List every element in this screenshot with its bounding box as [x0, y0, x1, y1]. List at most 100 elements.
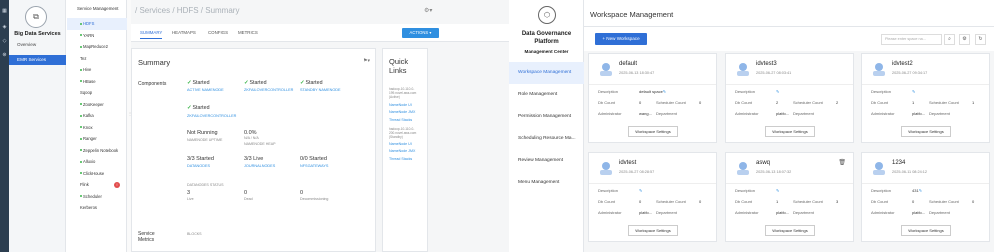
service-item[interactable]: Scheduler — [67, 191, 127, 203]
service-item[interactable]: Knox — [67, 122, 127, 134]
tab-heatmaps[interactable]: HEATMAPS — [172, 30, 196, 35]
workspace-card[interactable]: default 2025-06-13 18:30:47 Description def… — [588, 53, 717, 143]
actions-button[interactable]: ACTIONS ▾ — [402, 28, 439, 38]
settings-icon[interactable]: ⚙ — [959, 34, 970, 45]
status-dot-icon — [80, 195, 82, 198]
datanodes-link[interactable]: DATANODES — [187, 164, 210, 168]
quick-link[interactable]: Thread Stacks — [389, 157, 412, 161]
workspace-date: 2025-06-11 08:24:12 — [892, 170, 927, 174]
nav-workspace-management[interactable]: Workspace Management — [509, 62, 584, 84]
scheduler-count-label: Scheduler Count — [929, 100, 959, 105]
check-icon: ✓ — [187, 80, 192, 86]
alert-badge: ! — [114, 182, 120, 188]
tab-summary[interactable]: SUMMARY — [140, 30, 163, 39]
share-icon[interactable]: ◇ — [2, 39, 7, 44]
service-item[interactable]: Flink! — [67, 179, 127, 191]
workspace-date: 2025-06-13 18:30:47 — [619, 71, 655, 75]
quick-link[interactable]: NameNode JMX — [389, 149, 415, 153]
settings-gear-icon[interactable]: ⚙▾ — [424, 7, 432, 14]
check-icon: ✓ — [244, 80, 249, 86]
grid-icon[interactable]: ▦ — [2, 9, 7, 14]
edit-icon[interactable]: ✎ — [639, 188, 642, 193]
workspace-settings-button[interactable]: Workspace Settings — [628, 225, 678, 236]
component-link[interactable]: STANDBY NAMENODE — [300, 88, 341, 92]
service-item[interactable]: ZooKeeper — [67, 99, 127, 111]
edit-icon[interactable]: ✎ — [663, 89, 666, 94]
scheduler-count-value: 3 — [836, 199, 839, 204]
service-item[interactable]: Kerberos — [67, 202, 127, 214]
edit-icon[interactable]: ✎ — [776, 188, 779, 193]
workspace-settings-button[interactable]: Workspace Settings — [765, 126, 815, 137]
decom-count: 0 — [300, 190, 304, 196]
component-link[interactable]: ZKFAILOVERCONTROLLER — [244, 88, 293, 92]
component-link[interactable]: ZKFAILOVERCONTROLLER — [187, 114, 236, 118]
workspace-name: aswq — [756, 160, 771, 166]
check-icon: ✓ — [187, 105, 192, 111]
layers-icon[interactable]: ◈ — [2, 25, 7, 30]
workspace-card[interactable]: idvtest3 2025-06-27 08:03:41 Description ✎ D… — [725, 53, 854, 143]
quick-link[interactable]: NameNode UI — [389, 142, 412, 146]
component-status: ✓Started — [187, 105, 210, 111]
workspace-card[interactable]: aswq 2025-06-13 18:07:32 🗑 Description ✎ Db C… — [725, 152, 854, 242]
scheduler-count-value: 2 — [836, 100, 839, 105]
workspace-avatar-icon — [737, 63, 749, 76]
service-item[interactable]: YARN — [67, 30, 127, 42]
cluster-icon[interactable]: ⊛ — [2, 53, 7, 58]
component-link[interactable]: ACTIVE NAMENODE — [187, 88, 224, 92]
workspace-date: 2025-06-27 08:03:41 — [756, 71, 792, 75]
service-item[interactable]: Alluxio — [67, 156, 127, 168]
service-item[interactable]: Tez — [67, 53, 127, 65]
service-item-label: Zeppelin Notebook — [83, 147, 119, 153]
nfsgateways-link[interactable]: NFSGATEWAYS — [300, 164, 328, 168]
scheduler-count-label: Scheduler Count — [656, 100, 686, 105]
service-item[interactable]: HDFS — [67, 18, 127, 30]
quick-links-title: Quick Links — [389, 57, 409, 75]
service-item-label: HBase — [83, 78, 96, 84]
nav-emr-services[interactable]: EMR Services — [9, 55, 66, 65]
service-item[interactable]: HBase — [67, 76, 127, 88]
description-value: ✎ — [776, 188, 779, 193]
workspace-card[interactable]: idvtest 2025-06-27 08:28:57 Description ✎ Db… — [588, 152, 717, 242]
workspace-settings-button[interactable]: Workspace Settings — [901, 126, 951, 137]
nav-overview[interactable]: Overview — [9, 40, 66, 50]
trash-icon[interactable]: 🗑 — [838, 159, 846, 166]
nav-scheduling-resource[interactable]: Scheduling Resource Ma... — [509, 128, 584, 150]
quick-link[interactable]: NameNode JMX — [389, 110, 415, 114]
journalnodes-value: 3/3 Live — [244, 156, 264, 162]
nav-permission-management[interactable]: Permission Management — [509, 106, 584, 128]
refresh-icon[interactable]: ↻ — [975, 34, 986, 45]
workspace-settings-button[interactable]: Workspace Settings — [628, 126, 678, 137]
service-item[interactable]: Zeppelin Notebook — [67, 145, 127, 157]
status-dot-icon — [80, 149, 82, 152]
administrator-label: Administrator — [871, 210, 895, 215]
workspace-card[interactable]: 1234 2025-06-11 08:24:12 Description 431✎ Db… — [861, 152, 990, 242]
service-item[interactable]: Ranger — [67, 133, 127, 145]
dead-label: Dead — [244, 197, 253, 201]
tab-metrics[interactable]: METRICS — [238, 30, 258, 35]
namenode-uptime-value: Not Running — [187, 130, 218, 136]
new-workspace-button[interactable]: + New Workspace — [595, 33, 647, 45]
search-icon[interactable]: ⌕ — [944, 34, 955, 45]
administrator-label: Administrator — [598, 111, 622, 116]
search-input[interactable]: Please enter space na... — [881, 34, 942, 45]
workspace-card[interactable]: idvtest2 2025-06-27 09:34:17 Description ✎ D… — [861, 53, 990, 143]
service-item[interactable]: Hive — [67, 64, 127, 76]
edit-icon[interactable]: ✎ — [919, 188, 922, 193]
nav-review-management[interactable]: Review Management — [509, 150, 584, 172]
edit-icon[interactable]: ✎ — [912, 89, 915, 94]
status-dot-icon — [80, 68, 82, 71]
service-item[interactable]: Sqoop — [67, 87, 127, 99]
alert-flag-icon[interactable]: ⚑▾ — [363, 58, 370, 64]
edit-icon[interactable]: ✎ — [776, 89, 779, 94]
service-item[interactable]: Kafka — [67, 110, 127, 122]
nav-role-management[interactable]: Role Management — [509, 84, 584, 106]
nav-menu-management[interactable]: Menu Management — [509, 172, 584, 194]
service-item[interactable]: MapReduce2 — [67, 41, 127, 53]
tab-configs[interactable]: CONFIGS — [208, 30, 228, 35]
workspace-settings-button[interactable]: Workspace Settings — [765, 225, 815, 236]
quick-link[interactable]: Thread Stacks — [389, 118, 412, 122]
service-item[interactable]: ClickHouse — [67, 168, 127, 180]
quick-link[interactable]: NameNode UI — [389, 103, 412, 107]
journalnodes-link[interactable]: JOURNALNODES — [244, 164, 275, 168]
workspace-settings-button[interactable]: Workspace Settings — [901, 225, 951, 236]
